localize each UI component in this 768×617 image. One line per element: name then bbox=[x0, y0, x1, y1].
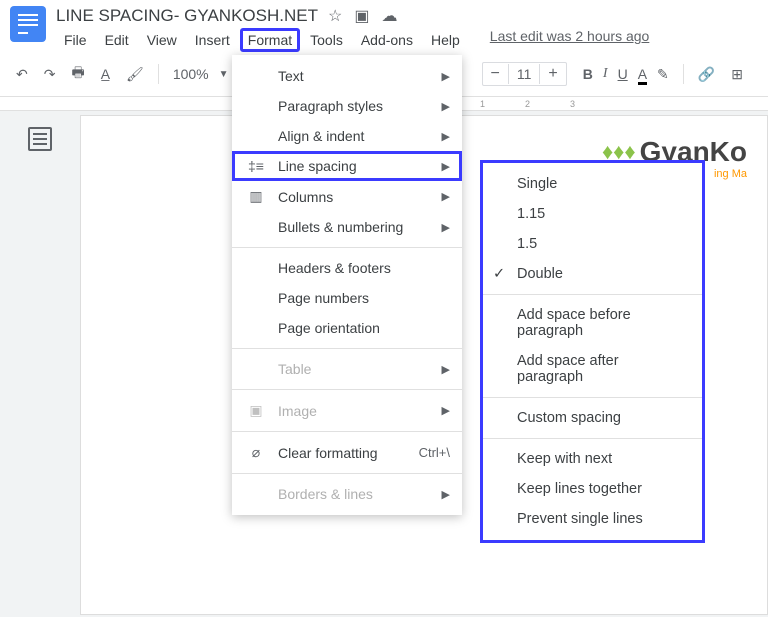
format-line-spacing[interactable]: ‡≡Line spacing▶ bbox=[232, 151, 462, 181]
zoom-select[interactable]: 100%▼ bbox=[167, 64, 235, 84]
chevron-right-icon: ▶ bbox=[442, 221, 450, 234]
menu-tools[interactable]: Tools bbox=[302, 28, 351, 52]
line-spacing-icon: ‡≡ bbox=[246, 158, 266, 174]
chevron-right-icon: ▶ bbox=[442, 404, 450, 417]
font-size-increase[interactable]: + bbox=[540, 63, 565, 85]
text-color-button[interactable]: A bbox=[638, 66, 647, 82]
menu-help[interactable]: Help bbox=[423, 28, 468, 52]
format-paragraph-styles[interactable]: Paragraph styles▶ bbox=[232, 91, 462, 121]
bold-button[interactable]: B bbox=[583, 66, 593, 82]
redo-button[interactable]: ↷ bbox=[38, 62, 62, 87]
menu-file[interactable]: File bbox=[56, 28, 95, 52]
star-icon[interactable]: ☆ bbox=[328, 6, 342, 26]
font-size-decrease[interactable]: − bbox=[483, 63, 508, 85]
chevron-right-icon: ▶ bbox=[442, 363, 450, 376]
format-align-indent[interactable]: Align & indent▶ bbox=[232, 121, 462, 151]
format-columns[interactable]: ▥Columns▶ bbox=[232, 181, 462, 212]
undo-button[interactable]: ↶ bbox=[10, 62, 34, 87]
format-table: Table▶ bbox=[232, 354, 462, 384]
add-space-after[interactable]: Add space after paragraph bbox=[483, 346, 702, 392]
highlight-button[interactable]: ✎ bbox=[657, 66, 669, 83]
format-page-orientation[interactable]: Page orientation bbox=[232, 313, 462, 343]
add-space-before[interactable]: Add space before paragraph bbox=[483, 300, 702, 346]
keep-with-next[interactable]: Keep with next bbox=[483, 444, 702, 474]
underline-button[interactable]: U bbox=[618, 66, 628, 82]
cloud-status-icon[interactable]: ☁ bbox=[381, 6, 397, 26]
line-spacing-submenu: Single 1.15 1.5 Double Add space before … bbox=[480, 160, 705, 543]
format-page-numbers[interactable]: Page numbers bbox=[232, 283, 462, 313]
menu-addons[interactable]: Add-ons bbox=[353, 28, 421, 52]
chevron-right-icon: ▶ bbox=[442, 130, 450, 143]
format-bullets-numbering[interactable]: Bullets & numbering▶ bbox=[232, 212, 462, 242]
chevron-right-icon: ▶ bbox=[442, 70, 450, 83]
menu-view[interactable]: View bbox=[139, 28, 185, 52]
paint-format-button[interactable]: 🖌 bbox=[120, 62, 150, 87]
chevron-right-icon: ▶ bbox=[442, 488, 450, 501]
format-headers-footers[interactable]: Headers & footers bbox=[232, 253, 462, 283]
line-spacing-115[interactable]: 1.15 bbox=[483, 199, 702, 229]
insert-comment-button[interactable]: ⊞ bbox=[725, 62, 749, 87]
format-clear-formatting[interactable]: ⌀Clear formattingCtrl+\ bbox=[232, 437, 462, 468]
chevron-right-icon: ▶ bbox=[442, 100, 450, 113]
chevron-right-icon: ▶ bbox=[442, 160, 450, 173]
format-borders-lines: Borders & lines▶ bbox=[232, 479, 462, 509]
format-image: ▣Image▶ bbox=[232, 395, 462, 426]
last-edit-link[interactable]: Last edit was 2 hours ago bbox=[490, 28, 650, 52]
italic-button[interactable]: I bbox=[603, 66, 608, 82]
keep-lines-together[interactable]: Keep lines together bbox=[483, 474, 702, 504]
docs-logo-icon[interactable] bbox=[10, 6, 46, 42]
format-text[interactable]: Text▶ bbox=[232, 61, 462, 91]
image-icon: ▣ bbox=[246, 402, 266, 419]
font-size-input[interactable]: 11 bbox=[508, 64, 541, 84]
line-spacing-15[interactable]: 1.5 bbox=[483, 229, 702, 259]
line-spacing-double[interactable]: Double bbox=[483, 259, 702, 289]
clear-format-icon: ⌀ bbox=[246, 444, 266, 461]
line-spacing-single[interactable]: Single bbox=[483, 169, 702, 199]
print-button[interactable]: 🖶 bbox=[65, 58, 90, 90]
insert-link-button[interactable]: 🔗 bbox=[692, 62, 721, 87]
chevron-right-icon: ▶ bbox=[442, 190, 450, 203]
columns-icon: ▥ bbox=[246, 188, 266, 205]
menu-edit[interactable]: Edit bbox=[97, 28, 137, 52]
prevent-single-lines[interactable]: Prevent single lines bbox=[483, 504, 702, 534]
document-title[interactable]: LINE SPACING- GYANKOSH.NET bbox=[56, 6, 318, 26]
menu-insert[interactable]: Insert bbox=[187, 28, 238, 52]
menubar: File Edit View Insert Format Tools Add-o… bbox=[56, 28, 758, 52]
custom-spacing[interactable]: Custom spacing bbox=[483, 403, 702, 433]
document-outline-icon[interactable] bbox=[28, 127, 52, 151]
spellcheck-button[interactable]: A̲ bbox=[95, 62, 116, 86]
format-dropdown-menu: Text▶ Paragraph styles▶ Align & indent▶ … bbox=[232, 55, 462, 515]
menu-format[interactable]: Format bbox=[240, 28, 300, 52]
move-icon[interactable]: ▣ bbox=[354, 6, 369, 26]
